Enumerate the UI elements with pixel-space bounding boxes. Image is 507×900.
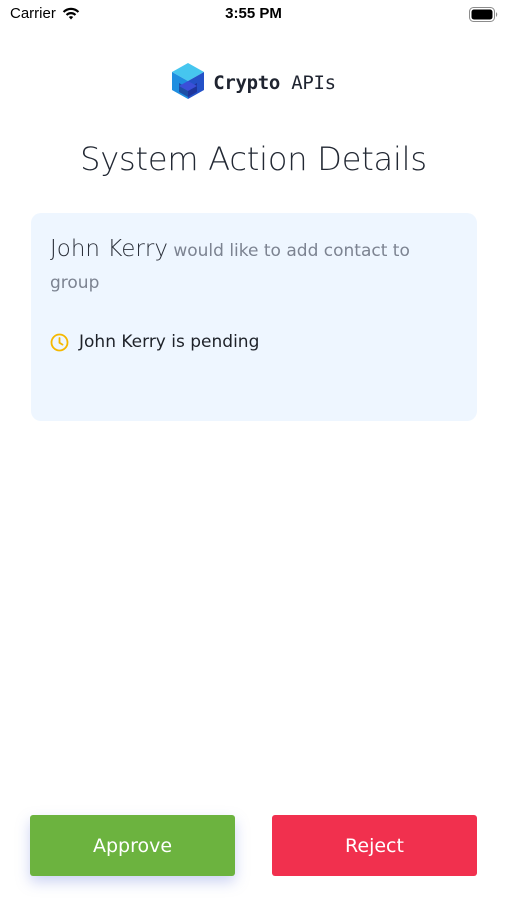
reject-button[interactable]: Reject [272,815,477,876]
brand-logo: Crypto APIs [0,62,507,104]
action-description: John Kerry would like to add contact to … [50,233,437,299]
page-title: System Action Details [80,140,427,178]
status-bar: Carrier 3:55 PM [0,0,507,30]
brand-name-bold: Crypto [213,72,281,94]
clock-icon [50,333,69,352]
status-text: John Kerry is pending [79,332,260,352]
screen: Carrier 3:55 PM Crypto APIs System Actio… [0,0,507,900]
approve-button[interactable]: Approve [30,815,235,876]
cube-logo-icon [171,62,205,104]
battery-icon [469,7,499,26]
brand-name: Crypto APIs [213,72,336,94]
clock-time: 3:55 PM [225,5,282,22]
status-line: John Kerry is pending [50,332,259,352]
requester-name: John Kerry [50,236,168,262]
action-details-card: John Kerry would like to add contact to … [31,213,477,421]
brand-name-light: APIs [280,72,336,94]
